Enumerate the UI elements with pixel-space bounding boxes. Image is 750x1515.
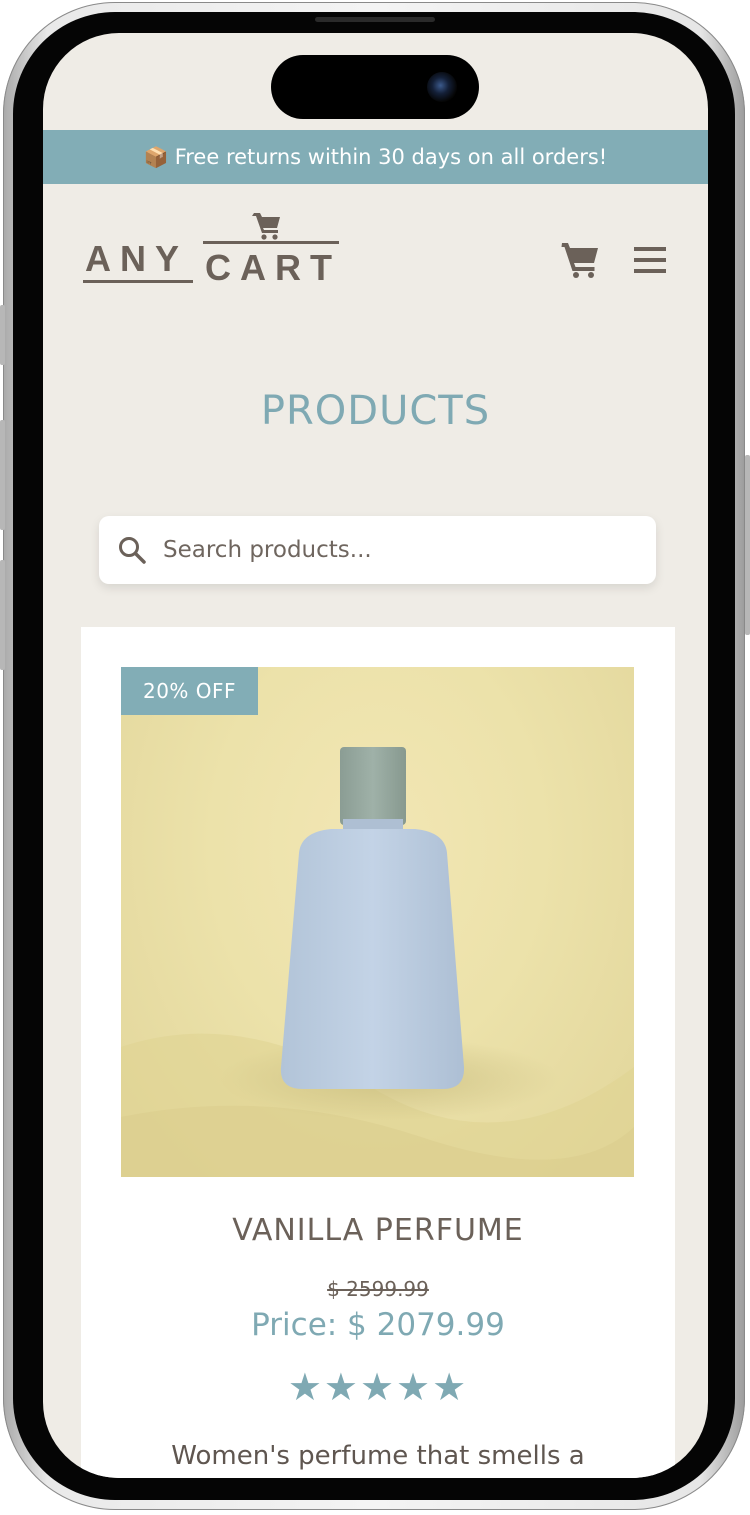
announcement-text: Free returns within 30 days on all order…: [174, 145, 608, 169]
product-name[interactable]: VANILLA PERFUME: [81, 1213, 675, 1248]
logo-text-left: ANY: [85, 238, 188, 279]
side-button: [0, 420, 5, 530]
side-button: [0, 305, 5, 365]
earpiece-speaker: [315, 17, 435, 22]
cart-button[interactable]: [561, 239, 601, 279]
cart-icon: [561, 243, 598, 278]
search-input[interactable]: [161, 536, 625, 564]
original-price: $ 2599.99: [327, 1277, 429, 1301]
logo-text-right: CART: [205, 247, 341, 288]
search-bar[interactable]: [99, 516, 656, 584]
side-button: [745, 455, 750, 635]
screen: 📦 Free returns within 30 days on all ord…: [43, 33, 708, 1478]
package-icon: 📦: [143, 145, 169, 169]
menu-button[interactable]: [633, 245, 667, 275]
hamburger-menu-icon: [634, 247, 666, 273]
dynamic-island: [271, 55, 479, 119]
perfume-bottle-image: [121, 747, 634, 1177]
side-button: [0, 560, 5, 670]
star-rating: ★★★★★: [287, 1365, 469, 1409]
announcement-bar: 📦 Free returns within 30 days on all ord…: [43, 130, 708, 184]
product-description: Women's perfume that smells a: [171, 1441, 585, 1471]
product-card[interactable]: 20% OFF VANILLA PERFUME $ 2599.99 Price:…: [81, 627, 675, 1478]
search-icon: [119, 537, 146, 564]
logo[interactable]: ANY CART: [81, 211, 341, 291]
product-image[interactable]: [121, 667, 634, 1177]
page-title: PRODUCTS: [260, 388, 491, 434]
camera-icon: [427, 72, 457, 102]
discount-badge: 20% OFF: [121, 667, 258, 715]
logo-mark: ANY CART: [83, 213, 341, 288]
sale-price: Price: $ 2079.99: [251, 1307, 505, 1343]
